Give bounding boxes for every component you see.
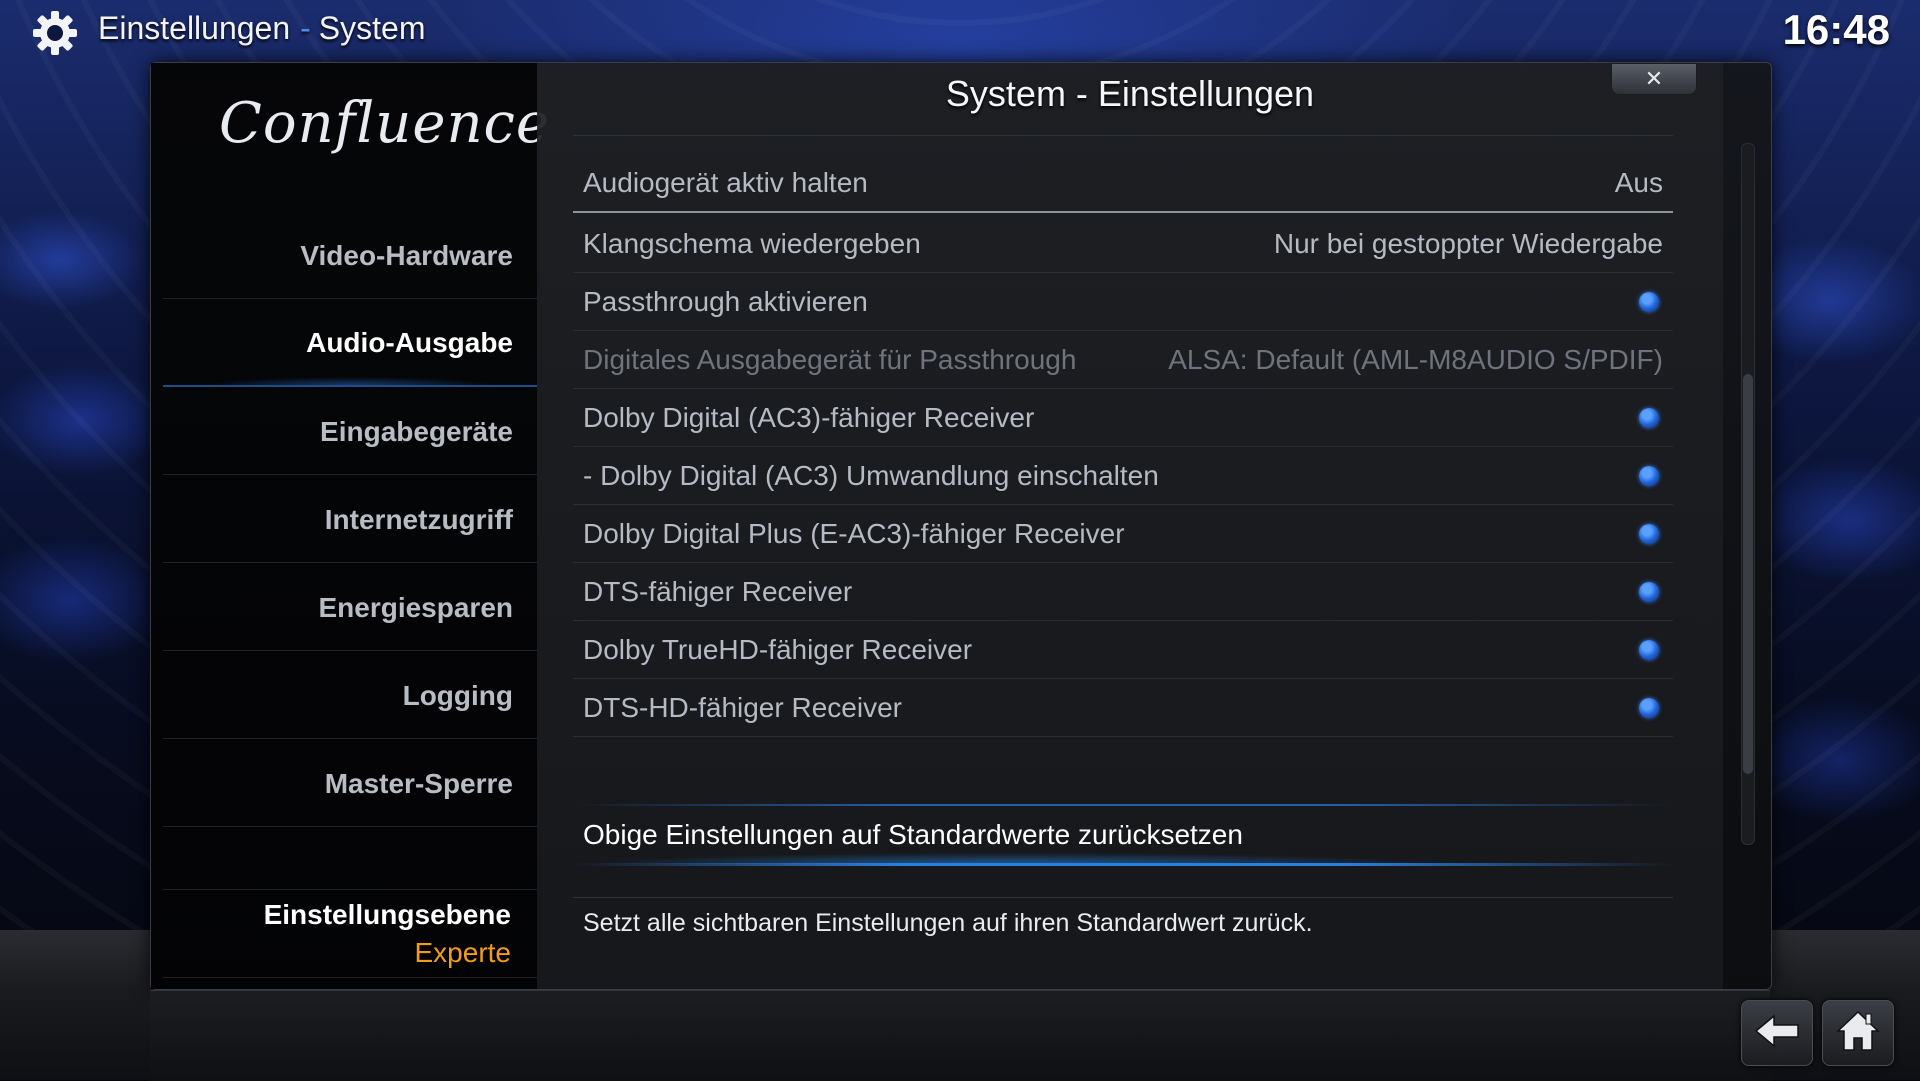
setting-label: Dolby TrueHD-fähiger Receiver — [583, 633, 973, 665]
settings-content: System - Einstellungen Audiogerät aktiv … — [537, 63, 1723, 989]
setting-row[interactable]: Klangschema wiedergeben Nur bei gestoppt… — [573, 215, 1673, 273]
settings-window: Confluence Video-Hardware Audio-Ausgabe … — [150, 62, 1772, 990]
setting-label: - Dolby Digital (AC3) Umwandlung einscha… — [583, 459, 1159, 491]
settings-level-value: Experte — [414, 937, 512, 968]
sidebar-item-label: Master-Sperre — [324, 767, 513, 799]
settings-level-button[interactable]: Einstellungsebene — [264, 899, 511, 931]
setting-row[interactable]: Dolby TrueHD-fähiger Receiver — [573, 621, 1673, 679]
sidebar-item-logging[interactable]: Logging — [163, 653, 537, 739]
home-button[interactable] — [1822, 1000, 1894, 1066]
setting-label: DTS-HD-fähiger Receiver — [583, 691, 902, 723]
setting-label: Passthrough aktivieren — [583, 285, 868, 317]
setting-row[interactable]: Audiogerät aktiv halten Aus — [573, 155, 1673, 213]
sidebar-item-label: Video-Hardware — [300, 239, 513, 271]
setting-row[interactable]: Dolby Digital (AC3)-fähiger Receiver — [573, 389, 1673, 447]
home-icon — [1835, 1009, 1881, 1058]
radio-on-icon[interactable] — [1639, 465, 1659, 486]
sidebar-item-eingabegeraete[interactable]: Eingabegeräte — [163, 389, 537, 475]
scrollbar[interactable] — [1741, 143, 1755, 845]
radio-on-icon[interactable] — [1639, 407, 1659, 428]
divider — [573, 897, 1673, 898]
breadcrumb-page: System — [318, 10, 426, 46]
sidebar-item-energiesparen[interactable]: Energiesparen — [163, 565, 537, 651]
setting-label: Dolby Digital (AC3)-fähiger Receiver — [583, 401, 1035, 433]
sidebar-item-label: Logging — [402, 679, 513, 711]
sidebar-item-master-sperre[interactable]: Master-Sperre — [163, 741, 537, 827]
radio-on-icon[interactable] — [1639, 697, 1659, 718]
setting-label: Digitales Ausgabegerät für Passthrough — [583, 343, 1077, 375]
setting-label: Klangschema wiedergeben — [583, 227, 921, 259]
clock: 16:48 — [1782, 6, 1890, 53]
setting-row[interactable]: Passthrough aktivieren — [573, 273, 1673, 331]
divider — [573, 135, 1673, 136]
focus-highlight — [573, 863, 1673, 866]
close-button[interactable]: ✕ — [1611, 63, 1697, 95]
setting-value: ALSA: Default (AML-M8AUDIO S/PDIF) — [1168, 343, 1663, 375]
divider — [163, 977, 537, 978]
setting-label: Dolby Digital Plus (E-AC3)-fähiger Recei… — [583, 517, 1125, 549]
sidebar-item-label: Eingabegeräte — [320, 415, 513, 447]
setting-value: Aus — [1614, 167, 1663, 198]
setting-label: DTS-fähiger Receiver — [583, 575, 853, 607]
logo: Confluence — [219, 91, 551, 156]
radio-on-icon[interactable] — [1639, 581, 1659, 602]
divider — [163, 889, 537, 890]
radio-on-icon[interactable] — [1639, 639, 1659, 660]
sidebar-item-label: Internetzugriff — [324, 503, 513, 535]
reset-defaults-button[interactable]: Obige Einstellungen auf Standardwerte zu… — [573, 806, 1673, 864]
sidebar: Confluence Video-Hardware Audio-Ausgabe … — [151, 63, 551, 989]
back-arrow-icon — [1754, 1013, 1800, 1053]
sidebar-item-label: Audio-Ausgabe — [306, 327, 513, 358]
scrollbar-thumb[interactable] — [1743, 374, 1753, 774]
setting-label: Audiogerät aktiv halten — [583, 167, 868, 198]
breadcrumb-separator: - — [300, 10, 311, 46]
page-title: System - Einstellungen — [945, 73, 1315, 114]
setting-row[interactable]: DTS-HD-fähiger Receiver — [573, 679, 1673, 737]
sidebar-item-video-hardware[interactable]: Video-Hardware — [163, 213, 537, 299]
radio-on-icon[interactable] — [1639, 291, 1659, 312]
gear-icon — [30, 8, 80, 58]
breadcrumb: Einstellungen - System — [98, 10, 425, 47]
sidebar-item-audio-ausgabe[interactable]: Audio-Ausgabe — [163, 301, 537, 387]
setting-row[interactable]: Dolby Digital Plus (E-AC3)-fähiger Recei… — [573, 505, 1673, 563]
radio-on-icon[interactable] — [1639, 523, 1659, 544]
close-icon: ✕ — [1644, 66, 1664, 91]
setting-row[interactable]: - Dolby Digital (AC3) Umwandlung einscha… — [573, 447, 1673, 505]
back-button[interactable] — [1741, 1000, 1813, 1066]
setting-row: Digitales Ausgabegerät für Passthrough A… — [573, 331, 1673, 389]
setting-value: Nur bei gestoppter Wiedergabe — [1273, 227, 1663, 259]
breadcrumb-section: Einstellungen — [98, 10, 291, 46]
bottom-bar — [150, 990, 1770, 1081]
sidebar-item-internetzugriff[interactable]: Internetzugriff — [163, 477, 537, 563]
setting-row[interactable]: DTS-fähiger Receiver — [573, 563, 1673, 621]
reset-label: Obige Einstellungen auf Standardwerte zu… — [583, 819, 1243, 850]
sidebar-item-label: Energiesparen — [318, 591, 513, 623]
setting-description: Setzt alle sichtbaren Einstellungen auf … — [583, 909, 1313, 937]
